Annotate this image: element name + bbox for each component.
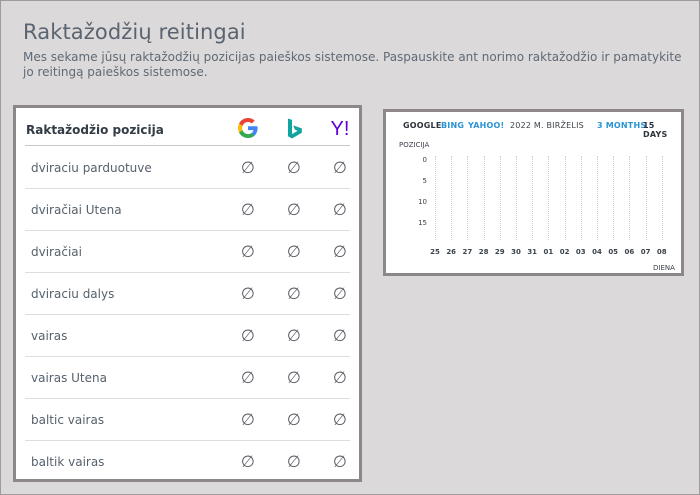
google-position-empty: ∅ [241,242,255,261]
google-position-empty: ∅ [241,368,255,387]
x-tick-label: 30 [511,248,521,256]
bing-position-empty: ∅ [287,158,301,177]
y-tick-label: 10 [418,198,427,206]
keyword-row[interactable]: vairas Utena ∅ ∅ ∅ [25,357,350,399]
ranking-chart-panel: GOOGLE BING YAHOO! 2022 M. BIRŽELIS 3 MO… [383,109,684,276]
tab-3-months[interactable]: 3 MONTHS [597,121,646,130]
x-tick-label: 08 [656,248,667,256]
bing-position-empty: ∅ [287,200,301,219]
x-tick-label: 27 [462,248,473,256]
x-tick-label: 02 [559,248,570,256]
yahoo-position-empty: ∅ [333,326,347,345]
keyword-column-header: Raktažodžio pozicija [26,123,164,137]
y-tick-label: 0 [422,156,427,164]
grid-line [580,156,582,240]
x-tick-label: 03 [575,248,586,256]
keyword-name: dviraciu dalys [31,287,115,301]
google-position-empty: ∅ [241,200,255,219]
grid-line [516,156,517,240]
yahoo-position-empty: ∅ [333,158,347,177]
yahoo-position-empty: ∅ [333,242,347,261]
tab-bing[interactable]: BING [441,121,464,130]
grid-line [564,156,566,240]
grid-line [451,156,453,240]
yahoo-icon: Y! [331,118,350,140]
grid-line [645,156,647,240]
x-tick-label: 06 [624,248,635,256]
tab-15-days[interactable]: 15 DAYS [643,121,681,139]
y-tick-label: 15 [418,219,427,227]
grid-line [548,156,550,240]
google-position-empty: ∅ [241,326,255,345]
yahoo-position-empty: ∅ [333,452,347,471]
keyword-name: dviraciu parduotuve [31,161,152,175]
yahoo-position-empty: ∅ [333,200,347,219]
keyword-name: baltic vairas [31,413,105,427]
yahoo-position-empty: ∅ [333,284,347,303]
page-title: Raktažodžių reitingai [23,20,246,44]
x-tick-label: 05 [608,248,619,256]
google-icon [238,118,258,138]
tab-yahoo[interactable]: YAHOO! [468,121,504,130]
bing-position-empty: ∅ [287,326,301,345]
google-position-empty: ∅ [241,410,255,429]
grid-line [532,156,534,240]
x-tick-label: 28 [478,248,489,256]
grid-line [435,156,436,240]
bing-position-empty: ∅ [287,410,301,429]
keyword-name: vairas Utena [31,371,107,385]
grid-line [661,156,663,240]
x-tick-label: 26 [446,248,457,256]
keyword-row[interactable]: dviraciu parduotuve ∅ ∅ ∅ [25,147,350,189]
bing-position-empty: ∅ [287,242,301,261]
y-axis-label: POZICIJA [399,141,430,149]
grid-line [483,156,485,240]
chart-month-label: 2022 M. BIRŽELIS [510,121,584,130]
grid-line [467,156,469,240]
yahoo-position-empty: ∅ [333,368,347,387]
x-tick-label: 07 [640,248,651,256]
grid-line [499,156,501,240]
grid-line [629,156,631,240]
keyword-name: dviračiai Utena [31,203,122,217]
bing-position-empty: ∅ [287,284,301,303]
keyword-table-panel: Raktažodžio pozicija Y! dviraciu parduot… [13,105,362,482]
keyword-name: vairas [31,329,68,343]
svg-text:Y!: Y! [331,118,350,140]
keyword-row[interactable]: dviračiai Utena ∅ ∅ ∅ [25,189,350,231]
keyword-row[interactable]: baltic vairas ∅ ∅ ∅ [25,399,350,441]
keyword-name: baltik vairas [31,455,105,469]
bing-position-empty: ∅ [287,368,301,387]
grid-line [613,156,615,240]
google-position-empty: ∅ [241,452,255,471]
keyword-table-header: Raktažodžio pozicija Y! [25,108,350,146]
y-tick-label: 5 [422,177,427,185]
tab-google[interactable]: GOOGLE [403,121,442,130]
bing-icon [288,118,302,139]
keyword-row[interactable]: dviračiai ∅ ∅ ∅ [25,231,350,273]
x-tick-label: 01 [543,248,554,256]
x-axis-label: DIENA [653,264,675,272]
google-position-empty: ∅ [241,284,255,303]
keyword-name: dviračiai [31,245,82,259]
x-tick-label: 29 [494,248,505,256]
x-tick-label: 04 [592,248,602,256]
x-tick-label: 25 [430,248,440,256]
page-description: Mes sekame jūsų raktažodžių pozicijas pa… [23,50,682,79]
yahoo-position-empty: ∅ [333,410,347,429]
keyword-row[interactable]: baltik vairas ∅ ∅ ∅ [25,441,350,483]
grid-line [597,156,598,240]
keyword-row[interactable]: vairas ∅ ∅ ∅ [25,315,350,357]
x-tick-label: 31 [527,248,538,256]
keyword-row[interactable]: dviraciu dalys ∅ ∅ ∅ [25,273,350,315]
google-position-empty: ∅ [241,158,255,177]
bing-position-empty: ∅ [287,452,301,471]
